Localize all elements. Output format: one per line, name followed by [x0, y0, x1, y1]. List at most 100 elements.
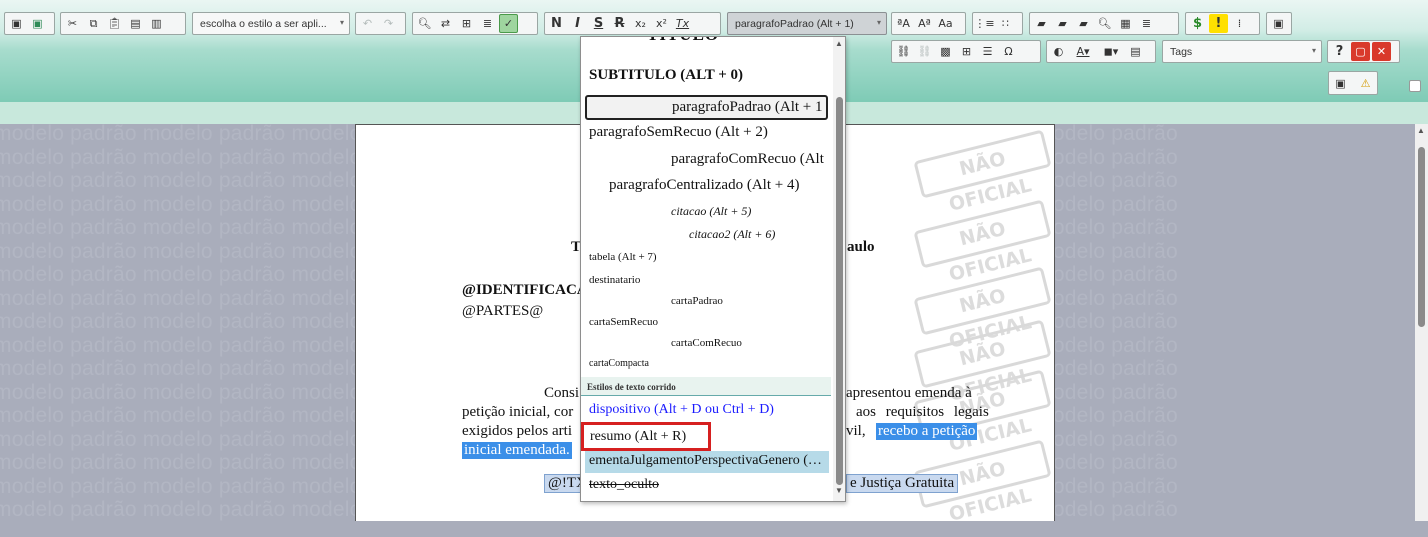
close-icon[interactable]: ✕	[1372, 42, 1391, 61]
scroll-down-icon[interactable]: ▼	[835, 486, 843, 495]
comment-add-icon[interactable]: ▰	[1053, 14, 1072, 33]
bullet-list-icon[interactable]: ∷	[996, 14, 1015, 33]
paste-word-icon[interactable]: ▥	[147, 14, 166, 33]
unlink-icon[interactable]: ⛓	[915, 42, 934, 61]
paragraph-style-combo[interactable]: paragrafoPadrao (Alt + 1) ▾	[727, 12, 887, 35]
document-icon[interactable]: ▣	[1331, 74, 1350, 93]
dropdown-list: TITULO SUBTITULO (ALT + 0) paragrafoPadr…	[581, 37, 833, 501]
dropdown-item-paragrafo-centralizado[interactable]: paragrafoCentralizado (Alt + 4)	[609, 177, 845, 194]
comment-icon[interactable]: ▰	[1032, 14, 1051, 33]
search-icon[interactable]: 🔍︎	[415, 14, 434, 33]
strike-button[interactable]: R	[610, 14, 629, 33]
scroll-thumb[interactable]	[1418, 147, 1425, 327]
tags-combo[interactable]: Tags ▾	[1162, 40, 1322, 63]
scroll-up-icon[interactable]: ▲	[1417, 126, 1425, 135]
paragraph-text: aos requisitos legais	[856, 404, 989, 420]
style-combo[interactable]: escolha o estilo a ser apli... ▾	[192, 12, 350, 35]
block-icon[interactable]: ▤	[1126, 42, 1145, 61]
dropdown-item-carta-compacta[interactable]: cartaCompacta	[589, 358, 839, 369]
insert-row2-group: ⛓ ⛓ ▩ ⊞ ☰ Ω	[891, 40, 1041, 63]
zoom-icon[interactable]: 🔍︎	[1095, 14, 1114, 33]
font-grow-icon[interactable]: ªA	[894, 14, 913, 33]
paste-icon[interactable]: 📋︎	[105, 14, 124, 33]
table-icon[interactable]: ⊞	[957, 42, 976, 61]
replace-icon[interactable]: ⇄	[436, 14, 455, 33]
dropdown-item-tabela[interactable]: tabela (Alt + 7)	[589, 251, 839, 263]
text-format-group: N I S R x₂ x² Tx	[544, 12, 721, 35]
paragraph-style-value: paragrafoPadrao (Alt + 1)	[735, 18, 854, 30]
highlight-icon[interactable]: !	[1209, 14, 1228, 33]
list-group: ⋮≡ ∷	[972, 12, 1023, 35]
dropdown-item-dispositivo[interactable]: dispositivo (Alt + D ou Ctrl + D)	[589, 402, 839, 418]
horizontal-rule-icon[interactable]: ☰	[978, 42, 997, 61]
dropdown-item-carta-com-recuo[interactable]: cartaComRecuo	[671, 337, 845, 349]
dropdown-item-destinatario[interactable]: destinatario	[589, 274, 839, 286]
save-close-icon[interactable]: ▣	[28, 14, 47, 33]
cut-icon[interactable]: ✂	[63, 14, 82, 33]
italic-button[interactable]: I	[568, 14, 587, 33]
status-box: ▣ ⚠	[1328, 71, 1378, 95]
clipboard-group: ✂ ⧉ 📋︎ ▤ ▥	[60, 12, 186, 35]
save-disk-icon[interactable]: ▣	[1269, 14, 1288, 33]
dropdown-item-paragrafo-padrao[interactable]: paragrafoPadrao (Alt + 1	[585, 95, 828, 120]
numbered-list-icon[interactable]: ⋮≡	[974, 14, 994, 33]
editor-scrollbar[interactable]: ▲	[1415, 124, 1428, 521]
comment-remove-icon[interactable]: ▰	[1074, 14, 1093, 33]
dropdown-item-paragrafo-com-recuo[interactable]: paragrafoComRecuo (Alt	[671, 151, 831, 168]
dropdown-item-citacao[interactable]: citacao (Alt + 5)	[671, 204, 845, 219]
text-color-icon[interactable]: A▾	[1070, 42, 1096, 61]
dropdown-item-paragrafo-sem-recuo[interactable]: paragrafoSemRecuo (Alt + 2)	[589, 124, 839, 141]
dropdown-item-resumo[interactable]: resumo (Alt + R)	[581, 422, 711, 451]
bold-button[interactable]: N	[547, 14, 566, 33]
image-icon[interactable]: ▩	[936, 42, 955, 61]
dropdown-item-carta-sem-recuo[interactable]: cartaSemRecuo	[589, 316, 839, 328]
calculator-icon[interactable]: ▦	[1116, 14, 1135, 33]
undo-icon[interactable]: ↶	[358, 14, 377, 33]
misc-group: ▣	[1266, 12, 1292, 35]
toggle-checkbox[interactable]	[1409, 80, 1421, 92]
save-icon[interactable]: ▣	[7, 14, 26, 33]
selected-text: inicial emendada.	[462, 442, 572, 459]
dropdown-item-ementa[interactable]: ementaJulgamentoPerspectivaGenero (…	[585, 451, 829, 473]
contrast-icon[interactable]: ◐	[1049, 42, 1068, 61]
identificacao-field: @IDENTIFICACA	[462, 282, 588, 298]
copy-icon[interactable]: ⧉	[84, 14, 103, 33]
selected-text: recebo a petição	[876, 423, 978, 440]
case-icon[interactable]: Aa	[936, 14, 955, 33]
warning-icon[interactable]: ⚠	[1356, 74, 1375, 93]
dropdown-item-subtitulo[interactable]: SUBTITULO (ALT + 0)	[589, 67, 839, 84]
underline-button[interactable]: S	[589, 14, 608, 33]
dropdown-scroll-thumb[interactable]	[836, 97, 843, 485]
bg-color-icon[interactable]: ◼▾	[1098, 42, 1124, 61]
redo-icon[interactable]: ↷	[379, 14, 398, 33]
superscript-button[interactable]: x²	[652, 14, 671, 33]
clear-format-button[interactable]: Tx	[673, 14, 692, 33]
special-char-icon[interactable]: Ω	[999, 42, 1018, 61]
spellcheck-icon[interactable]: ✓	[499, 14, 518, 33]
style-combo-value: escolha o estilo a ser apli...	[200, 18, 327, 30]
subscript-button[interactable]: x₂	[631, 14, 650, 33]
link-icon[interactable]: ⛓	[894, 42, 913, 61]
dollar-icon[interactable]: $	[1188, 14, 1207, 33]
document-list-icon[interactable]: ≣	[1137, 14, 1156, 33]
paragraph-text: Consi	[544, 385, 580, 401]
paragraph-text: exigidos pelos arti	[462, 423, 572, 439]
dropdown-section-header: Estilos de texto corrido	[581, 377, 831, 396]
paragraph-style-dropdown: TITULO SUBTITULO (ALT + 0) paragrafoPadr…	[580, 36, 846, 502]
dropdown-item-citacao2[interactable]: citacao2 (Alt + 6)	[689, 227, 845, 242]
dropdown-scrollbar[interactable]: ▲ ▼	[833, 37, 845, 501]
dropdown-item-carta-padrao[interactable]: cartaPadrao	[671, 295, 845, 307]
select-all-icon[interactable]: ⊞	[457, 14, 476, 33]
format-icon[interactable]: ≣	[478, 14, 497, 33]
find-group: 🔍︎ ⇄ ⊞ ≣ ✓	[412, 12, 538, 35]
maximize-icon[interactable]: ▢	[1351, 42, 1370, 61]
tx-placeholder-right: e Justiça Gratuita	[846, 474, 959, 493]
scroll-up-icon[interactable]: ▲	[835, 39, 843, 48]
help-button[interactable]: ?	[1330, 42, 1349, 61]
dropdown-item-texto-oculto[interactable]: texto_oculto	[589, 477, 839, 493]
tags-combo-value: Tags	[1170, 46, 1193, 58]
font-shrink-icon[interactable]: Aª	[915, 14, 934, 33]
columns-icon[interactable]: ⁞	[1230, 14, 1249, 33]
paste-text-icon[interactable]: ▤	[126, 14, 145, 33]
dropdown-item-titulo[interactable]: TITULO	[647, 37, 845, 45]
